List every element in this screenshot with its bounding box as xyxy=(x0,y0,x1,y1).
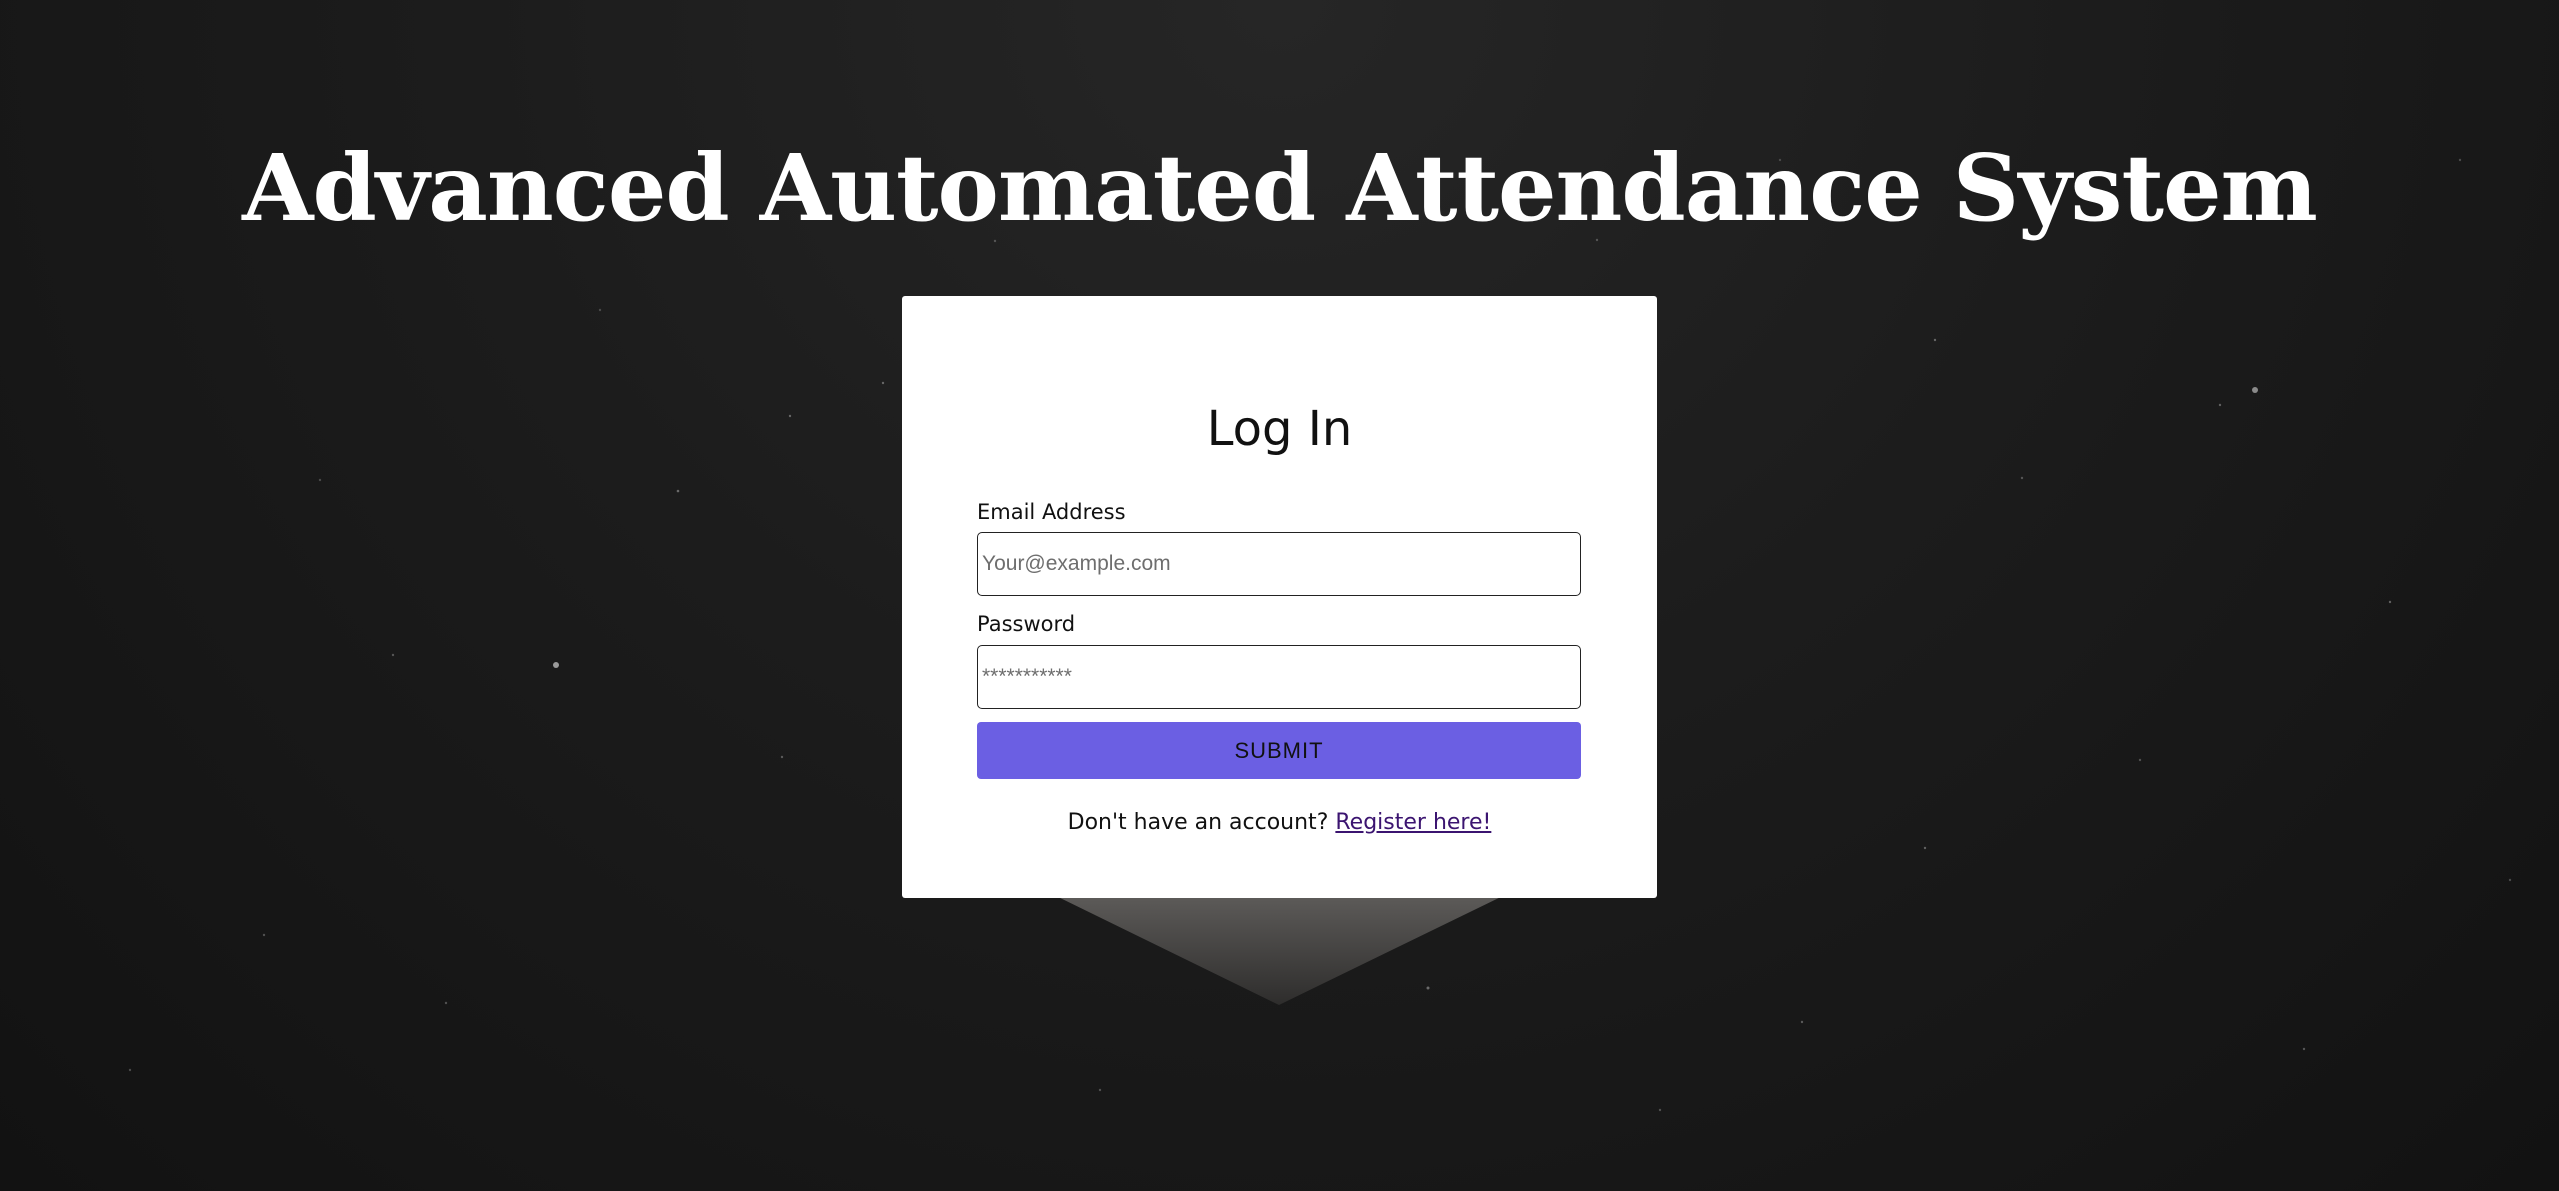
login-card: Log In Email Address Password SUBMIT Don… xyxy=(902,296,1657,898)
email-label: Email Address xyxy=(977,500,1126,524)
page-title: Advanced Automated Attendance System xyxy=(242,134,2318,242)
register-prompt-text: Don't have an account? xyxy=(1067,810,1329,835)
email-field[interactable] xyxy=(977,532,1581,596)
password-label: Password xyxy=(977,612,1076,636)
register-link[interactable]: Register here! xyxy=(1335,810,1491,835)
password-field[interactable] xyxy=(977,645,1581,709)
submit-button[interactable]: SUBMIT xyxy=(977,722,1581,779)
login-heading: Log In xyxy=(1206,401,1353,457)
card-shadow-decoration xyxy=(1050,893,1509,1005)
register-prompt-line: Don't have an account? Register here! xyxy=(902,808,1657,838)
